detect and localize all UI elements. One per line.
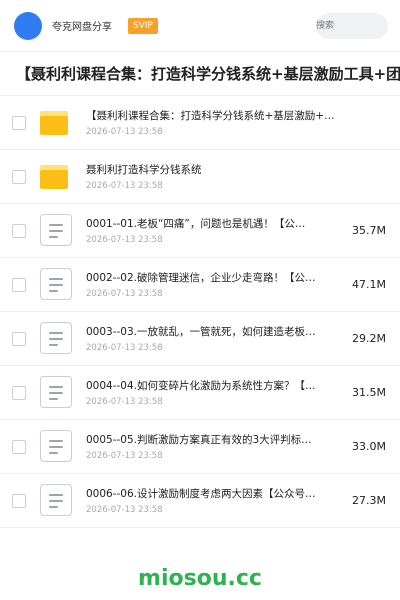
item-name: 0005--05.判断激励方案真正有效的3大评判标… — [86, 433, 312, 446]
row-checkbox[interactable] — [12, 385, 26, 400]
search-input[interactable] — [316, 12, 388, 39]
item-info: 聂利利打造科学分钱系统 2026-07-13 23:58 — [86, 163, 348, 191]
item-info: 0001--01.老板“四痛”，问题也是机遇！【公… 2026-07-13 23… — [86, 217, 348, 245]
document-icon — [40, 429, 74, 464]
folder-icon — [40, 160, 74, 194]
item-name: 0006--06.设计激励制度考虑两大因素【公众号… — [86, 487, 316, 500]
page-title: 【聂利利课程合集：打造科学分钱系统+基层激励工具+团队 — [16, 65, 400, 83]
folder-icon — [40, 106, 74, 140]
item-info: 0002--02.破除管理迷信，企业少走弯路！【公… 2026-07-13 23… — [86, 271, 348, 299]
document-icon — [40, 483, 74, 518]
item-name: 0004--04.如何变碎片化激励为系统性方案？【… — [86, 379, 316, 392]
item-info: 0003--03.一放就乱，一管就死，如何建造老板… 2026-07-13 23… — [86, 325, 348, 353]
page: 夸克网盘分享 SVIP 【聂利利课程合集：打造科学分钱系统+基层激励工具+团队 … — [0, 0, 400, 600]
item-name: 0002--02.破除管理迷信，企业少走弯路！【公… — [86, 271, 316, 284]
list-item[interactable]: 0006--06.设计激励制度考虑两大因素【公众号… 2026-07-13 23… — [0, 474, 400, 528]
item-info: 0006--06.设计激励制度考虑两大因素【公众号… 2026-07-13 23… — [86, 487, 348, 515]
list-item[interactable]: 0001--01.老板“四痛”，问题也是机遇！【公… 2026-07-13 23… — [0, 204, 400, 258]
item-info: 【聂利利课程合集：打造科学分钱系统+基层激励+… 2026-07-13 23:5… — [86, 109, 348, 137]
item-size: 31.5M — [352, 386, 386, 399]
item-date: 2026-07-13 23:58 — [86, 126, 163, 137]
document-icon — [40, 267, 74, 302]
row-checkbox[interactable] — [12, 331, 26, 346]
item-size: 33.0M — [352, 440, 386, 453]
item-size: 35.7M — [352, 224, 386, 237]
list-item[interactable]: 0004--04.如何变碎片化激励为系统性方案？【… 2026-07-13 23… — [0, 366, 400, 420]
document-icon — [40, 213, 74, 248]
item-info: 0004--04.如何变碎片化激励为系统性方案？【… 2026-07-13 23… — [86, 379, 348, 407]
item-name: 【聂利利课程合集：打造科学分钱系统+基层激励+… — [86, 109, 335, 122]
row-checkbox[interactable] — [12, 277, 26, 292]
row-checkbox[interactable] — [12, 493, 26, 508]
document-icon — [40, 321, 74, 356]
item-size: 27.3M — [352, 494, 386, 507]
item-date: 2026-07-13 23:58 — [86, 288, 163, 299]
item-size: 29.2M — [352, 332, 386, 345]
item-name: 0001--01.老板“四痛”，问题也是机遇！【公… — [86, 217, 306, 230]
item-date: 2026-07-13 23:58 — [86, 342, 163, 353]
list-item[interactable]: 聂利利打造科学分钱系统 2026-07-13 23:58 — [0, 150, 400, 204]
brand-name: 夸克网盘分享 — [52, 22, 112, 33]
item-date: 2026-07-13 23:58 — [86, 180, 163, 191]
item-info: 0005--05.判断激励方案真正有效的3大评判标… 2026-07-13 23… — [86, 433, 348, 461]
watermark: miosou.cc — [138, 566, 262, 591]
file-list: 【聂利利课程合集：打造科学分钱系统+基层激励+… 2026-07-13 23:5… — [0, 96, 400, 528]
document-icon — [40, 375, 74, 410]
list-item[interactable]: 0002--02.破除管理迷信，企业少走弯路！【公… 2026-07-13 23… — [0, 258, 400, 312]
list-item[interactable]: 0003--03.一放就乱，一管就死，如何建造老板… 2026-07-13 23… — [0, 312, 400, 366]
svip-badge[interactable]: SVIP — [128, 17, 158, 34]
row-checkbox[interactable] — [12, 115, 26, 130]
item-size: 47.1M — [352, 278, 386, 291]
item-date: 2026-07-13 23:58 — [86, 450, 163, 461]
item-date: 2026-07-13 23:58 — [86, 396, 163, 407]
row-checkbox[interactable] — [12, 439, 26, 454]
item-name: 0003--03.一放就乱，一管就死，如何建造老板… — [86, 325, 316, 338]
list-item[interactable]: 【聂利利课程合集：打造科学分钱系统+基层激励+… 2026-07-13 23:5… — [0, 96, 400, 150]
item-date: 2026-07-13 23:58 — [86, 234, 163, 245]
avatar[interactable] — [14, 11, 42, 40]
header: 夸克网盘分享 SVIP — [0, 0, 400, 52]
row-checkbox[interactable] — [12, 223, 26, 238]
item-date: 2026-07-13 23:58 — [86, 504, 163, 515]
list-item[interactable]: 0005--05.判断激励方案真正有效的3大评判标… 2026-07-13 23… — [0, 420, 400, 474]
row-checkbox[interactable] — [12, 169, 26, 184]
title-bar: 【聂利利课程合集：打造科学分钱系统+基层激励工具+团队 — [0, 52, 400, 96]
item-name: 聂利利打造科学分钱系统 — [86, 163, 202, 176]
